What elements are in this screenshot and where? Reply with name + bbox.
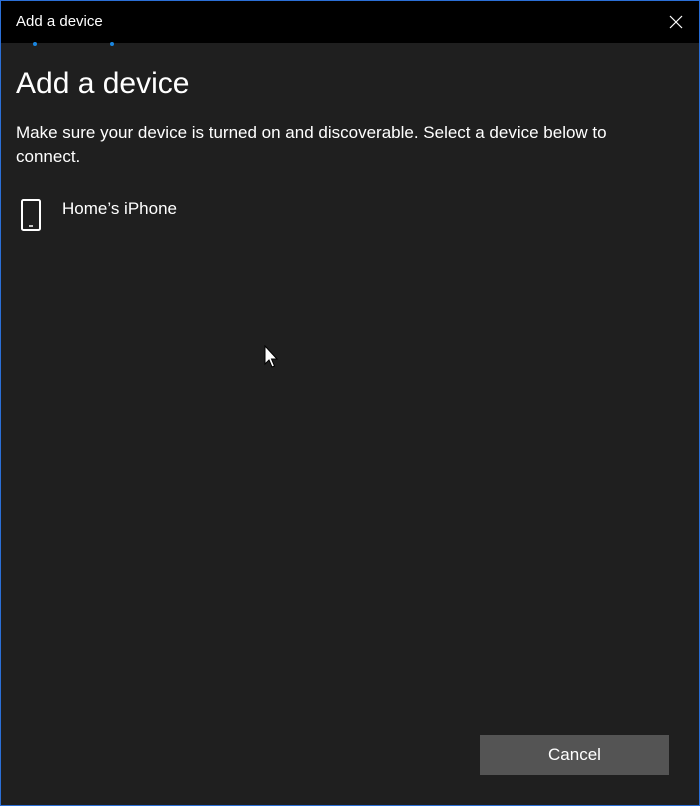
add-device-dialog: Add a device Add a device Make sure your…: [0, 0, 700, 806]
progress-dot: [33, 42, 37, 46]
device-name: Home’s iPhone: [62, 199, 177, 218]
cancel-button[interactable]: Cancel: [480, 735, 669, 775]
mouse-cursor-icon: [264, 345, 279, 368]
progress-indicator: [1, 42, 699, 46]
page-title: Add a device: [16, 67, 190, 100]
window-title: Add a device: [16, 13, 103, 30]
phone-icon: [21, 199, 41, 231]
close-button[interactable]: [653, 1, 699, 43]
title-bar: Add a device: [1, 1, 699, 43]
device-list-item[interactable]: Home’s iPhone: [16, 195, 676, 239]
close-icon: [669, 15, 683, 29]
instructions-text: Make sure your device is turned on and d…: [16, 123, 607, 166]
progress-dot: [110, 42, 114, 46]
